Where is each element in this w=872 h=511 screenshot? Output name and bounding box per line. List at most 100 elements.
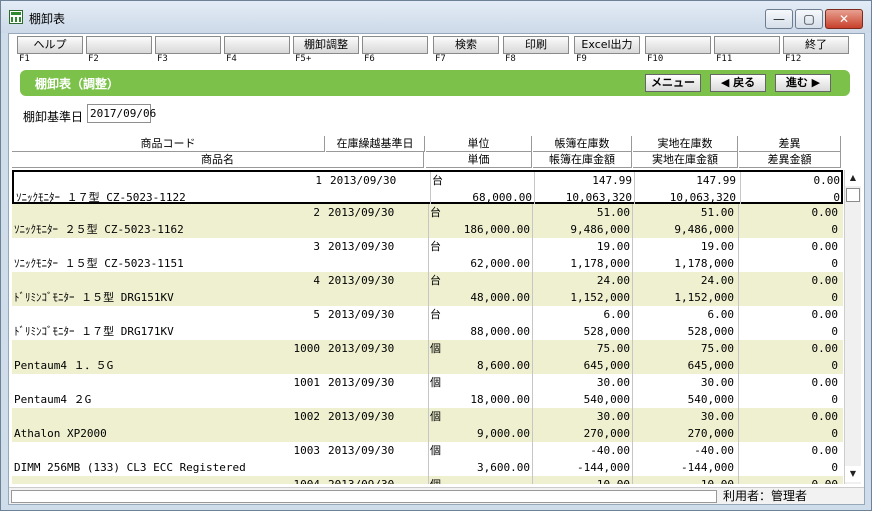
cell-real-qty[interactable]: 19.00 [634,238,734,255]
cell-diff[interactable]: 0.00 [740,408,839,425]
cell-real-amt[interactable]: 270,000 [634,425,734,442]
cell-diff[interactable]: 0.00 [740,204,839,221]
cell-diff[interactable]: 0.00 [740,306,839,323]
cell-date[interactable]: 2013/09/30 [328,340,424,357]
cell-date[interactable]: 2013/09/30 [328,408,424,425]
cell-real-amt[interactable]: 1,152,000 [634,289,734,306]
cell-code[interactable]: 1004 [12,476,321,484]
fkey-button-f2[interactable] [86,36,152,54]
vertical-scrollbar[interactable]: ▲ ▼ [844,170,861,484]
cell-book-qty[interactable]: 6.00 [534,306,631,323]
next-button[interactable]: 進む ▶ [775,74,831,92]
cell-real-qty[interactable]: 51.00 [634,204,734,221]
cell-date[interactable]: 2013/09/30 [328,306,424,323]
cell-diff-amt[interactable]: 0 [740,289,838,306]
cell-code[interactable]: 1001 [12,374,321,391]
fkey-button-f7[interactable]: 検索 [433,36,499,54]
table-row[interactable]: 3 2013/09/30 台 19.00 19.00 0.00 ｿﾆｯｸﾓﾆﾀｰ １５型 C… [12,238,843,272]
cell-code[interactable]: 1002 [12,408,321,425]
cell-date[interactable]: 2013/09/30 [328,374,424,391]
cell-price[interactable]: 18,000.00 [430,391,530,408]
cell-code[interactable]: 2 [12,204,320,221]
close-button[interactable]: ✕ [825,9,863,29]
cell-price[interactable]: 9,000.00 [430,425,530,442]
cell-name[interactable]: Pentaum4 １．５G [14,357,424,374]
cell-unit[interactable]: 個 [430,340,530,357]
column-header[interactable]: 差異 [739,136,841,152]
cell-unit[interactable]: 個 [430,374,530,391]
maximize-button[interactable]: ▢ [795,9,823,29]
column-header[interactable]: 実地在庫数 [633,136,738,152]
cell-date[interactable]: 2013/09/30 [328,272,424,289]
cell-unit[interactable]: 台 [430,204,530,221]
scroll-down-icon[interactable]: ▼ [845,466,861,482]
cell-unit[interactable]: 個 [430,476,530,484]
fkey-button-f6[interactable] [362,36,428,54]
cell-book-qty[interactable]: -40.00 [534,442,630,459]
cell-book-amt[interactable]: 1,178,000 [534,255,630,272]
table-row[interactable]: 1003 2013/09/30 個 -40.00 -40.00 0.00 DIMM 256M… [12,442,843,476]
cell-real-qty[interactable]: 6.00 [634,306,735,323]
cell-real-amt[interactable]: 9,486,000 [634,221,734,238]
cell-unit[interactable]: 台 [432,172,532,189]
cell-price[interactable]: 62,000.00 [430,255,530,272]
cell-book-amt[interactable]: 270,000 [534,425,630,442]
cell-real-amt[interactable]: 645,000 [634,357,734,374]
cell-real-amt[interactable]: 528,000 [634,323,734,340]
table-row[interactable]: 4 2013/09/30 台 24.00 24.00 0.00 ﾄﾞﾘﾐﾝｺﾞﾓﾆﾀｰ １５… [12,272,843,306]
cell-code[interactable]: 5 [12,306,320,323]
fkey-button-f10[interactable] [645,36,711,54]
table-row[interactable]: 5 2013/09/30 台 6.00 6.00 0.00 ﾄﾞﾘﾐﾝｺﾞﾓﾆﾀｰ １７型 … [12,306,843,340]
column-header[interactable]: 在庫繰越基準日 [326,136,425,152]
cell-diff[interactable]: 0.00 [740,442,839,459]
cell-name[interactable]: DIMM 256MB (133) CL3 ECC Registered [14,459,424,476]
cell-real-qty[interactable]: 147.99 [636,172,736,189]
cell-unit[interactable]: 個 [430,408,530,425]
cell-price[interactable]: 186,000.00 [430,221,530,238]
cell-date[interactable]: 2013/09/30 [328,476,424,484]
table-row[interactable]: 1004 2013/09/30 個 10.00 10.00 0.00 [12,476,843,484]
cell-price[interactable]: 8,600.00 [430,357,530,374]
cell-book-qty[interactable]: 30.00 [534,408,630,425]
cell-real-amt[interactable]: -144,000 [634,459,734,476]
column-header[interactable]: 商品名 [12,152,424,168]
cell-diff[interactable]: 0.00 [742,172,841,189]
column-header[interactable]: 単位 [426,136,532,152]
table-row[interactable]: 1001 2013/09/30 個 30.00 30.00 0.00 Pentaum4 ２G… [12,374,843,408]
minimize-button[interactable]: — [765,9,793,29]
cell-book-qty[interactable]: 51.00 [534,204,630,221]
cell-name[interactable]: ｿﾆｯｸﾓﾆﾀｰ ２５型 CZ-5023-1162 [14,221,424,238]
cell-unit[interactable]: 台 [430,272,530,289]
cell-real-qty[interactable]: 75.00 [634,340,734,357]
cell-real-amt[interactable]: 540,000 [634,391,734,408]
fkey-button-f9[interactable]: Excel出力 [574,36,640,54]
cell-real-qty[interactable]: 24.00 [634,272,734,289]
cell-unit[interactable]: 台 [430,306,530,323]
cell-unit[interactable]: 個 [430,442,530,459]
cell-book-qty[interactable]: 24.00 [534,272,630,289]
cell-real-qty[interactable]: -40.00 [634,442,734,459]
fkey-button-f4[interactable] [224,36,290,54]
fkey-button-f5plus[interactable]: 棚卸調整 [293,36,359,54]
basedate-input[interactable]: 2017/09/06 [87,104,156,123]
cell-code[interactable]: 1003 [12,442,321,459]
cell-book-amt[interactable]: 540,000 [534,391,630,408]
cell-diff-amt[interactable]: 0 [740,459,838,476]
cell-code[interactable]: 3 [12,238,320,255]
cell-unit[interactable]: 台 [430,238,530,255]
cell-real-qty[interactable]: 30.00 [634,408,734,425]
fkey-button-f3[interactable] [155,36,221,54]
cell-diff[interactable]: 0.00 [740,340,839,357]
cell-book-amt[interactable]: 1,152,000 [534,289,630,306]
cell-code[interactable]: 1 [14,172,322,189]
cell-book-qty[interactable]: 10.00 [534,476,630,484]
column-header[interactable]: 単価 [426,152,532,168]
column-header[interactable]: 帳簿在庫金額 [533,152,632,168]
cell-real-amt[interactable]: 1,178,000 [634,255,734,272]
table-row[interactable]: 1000 2013/09/30 個 75.00 75.00 0.00 Pentaum4 １．… [12,340,843,374]
cell-book-amt[interactable]: -144,000 [534,459,630,476]
cell-price[interactable]: 88,000.00 [430,323,530,340]
cell-book-amt[interactable]: 9,486,000 [534,221,630,238]
cell-diff[interactable]: 0.00 [740,272,839,289]
cell-date[interactable]: 2013/09/30 [328,204,424,221]
